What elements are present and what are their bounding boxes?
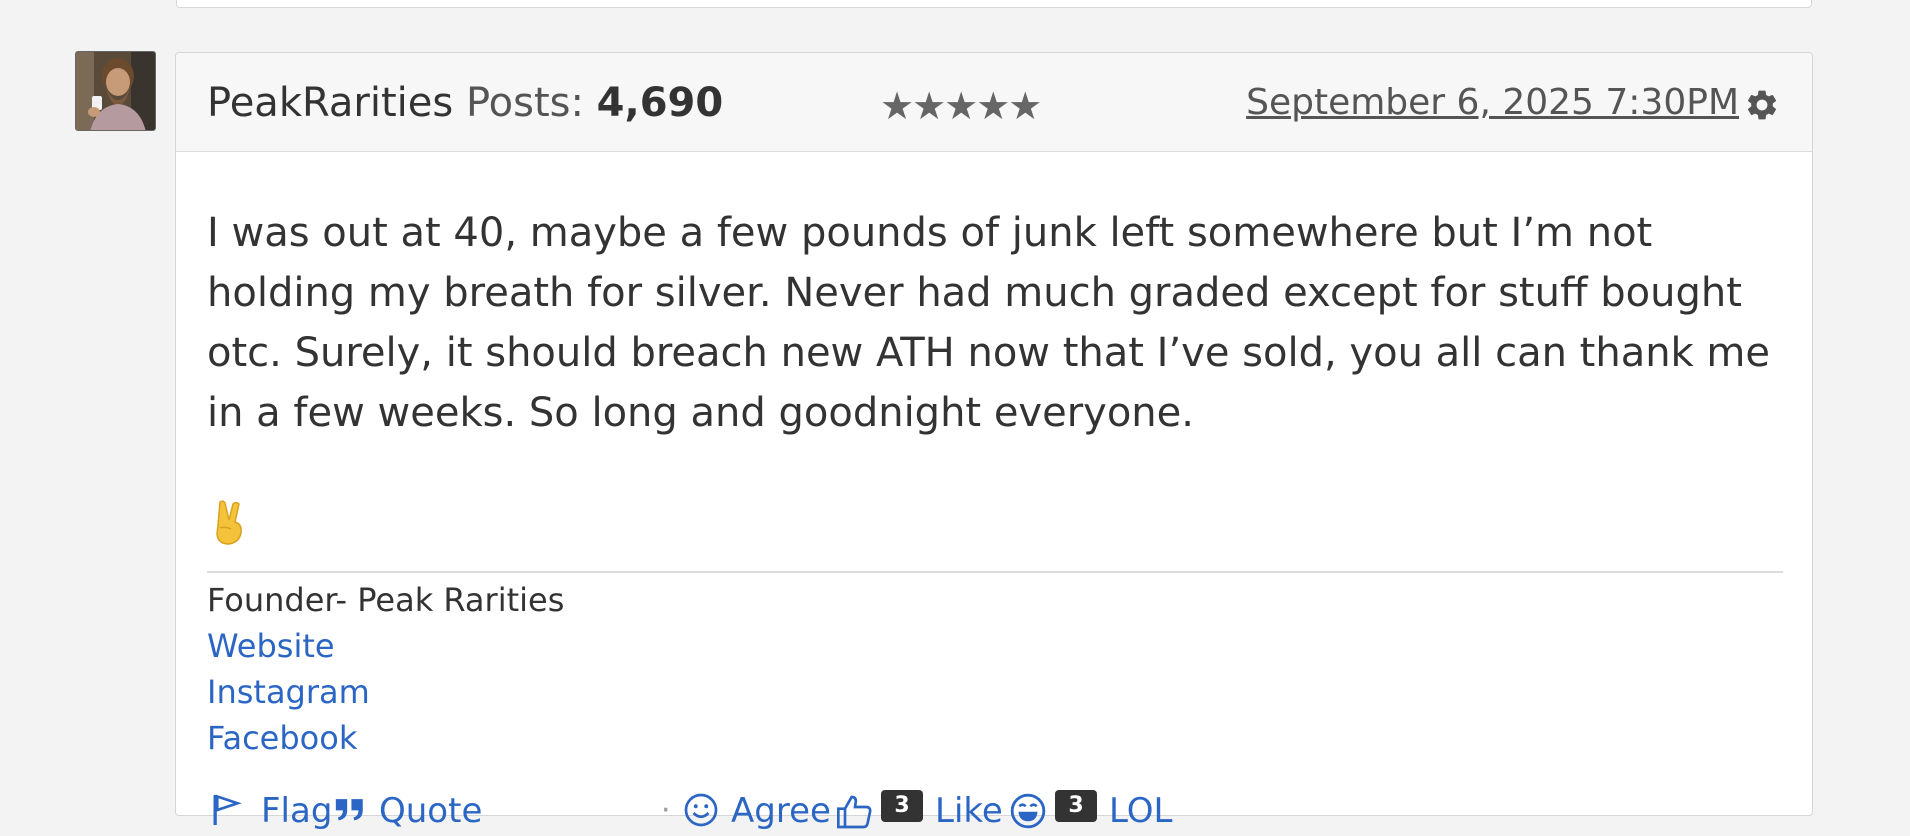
lol-count-badge: 3 bbox=[1055, 790, 1097, 822]
signature-link-instagram[interactable]: Instagram bbox=[207, 669, 564, 715]
flag-label: Flag bbox=[261, 791, 333, 831]
thumbs-up-icon bbox=[837, 795, 872, 829]
signature: Founder- Peak Rarities Website Instagram… bbox=[207, 577, 564, 761]
author-line: PeakRarities Posts: 4,690 bbox=[207, 79, 723, 127]
signature-link-website[interactable]: Website bbox=[207, 623, 564, 669]
agree-label: Agree bbox=[731, 791, 831, 831]
posts-label: Posts: bbox=[465, 80, 584, 126]
previous-post-card bbox=[176, 0, 1812, 8]
smile-icon bbox=[684, 793, 718, 827]
post-body: I was out at 40, maybe a few pounds of j… bbox=[207, 210, 1771, 436]
signature-divider bbox=[207, 571, 1783, 573]
laughing-face-icon bbox=[1010, 793, 1046, 829]
avatar[interactable] bbox=[75, 51, 156, 131]
victory-hand-emoji-icon bbox=[216, 500, 242, 545]
author-name[interactable]: PeakRarities bbox=[207, 80, 453, 126]
flag-icon bbox=[213, 794, 242, 825]
lol-label: LOL bbox=[1109, 791, 1173, 831]
rank-stars: ★★★★★ bbox=[880, 84, 1042, 128]
reaction-separator: · bbox=[661, 793, 671, 828]
posts-count: 4,690 bbox=[596, 80, 724, 126]
avatar-image bbox=[76, 52, 155, 130]
signature-link-facebook[interactable]: Facebook bbox=[207, 715, 564, 761]
quote-label: Quote bbox=[379, 791, 483, 831]
post-header: PeakRarities Posts: 4,690 ★★★★★ Septembe… bbox=[176, 53, 1812, 152]
like-label: Like bbox=[935, 791, 1003, 831]
quote-icon bbox=[335, 799, 363, 821]
gear-icon[interactable] bbox=[1744, 87, 1780, 123]
post-date-link[interactable]: September 6, 2025 7:30PM bbox=[1246, 81, 1739, 125]
forum-post: PeakRarities Posts: 4,690 ★★★★★ Septembe… bbox=[175, 52, 1813, 831]
like-count-badge: 3 bbox=[881, 790, 923, 822]
signature-title: Founder- Peak Rarities bbox=[207, 581, 565, 619]
